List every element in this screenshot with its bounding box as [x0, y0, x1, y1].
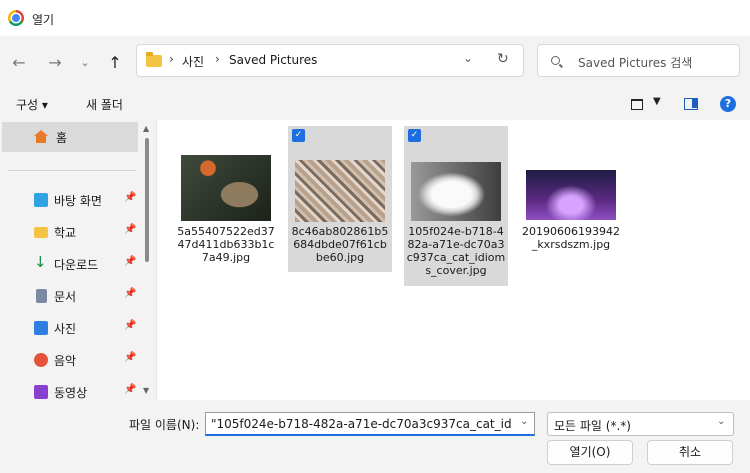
pin-icon: 📌 — [124, 288, 137, 299]
sidebar-item-home[interactable]: 홈 — [2, 122, 138, 152]
view-mode-icon[interactable] — [631, 99, 643, 110]
sidebar-item-pictures[interactable]: 사진 📌 — [0, 314, 140, 342]
breadcrumb-item[interactable]: 사진 — [182, 53, 204, 70]
pin-icon: 📌 — [124, 224, 137, 235]
sidebar-item-music[interactable]: 음악 📌 — [0, 346, 140, 374]
arrow-up-icon: ↑ — [108, 53, 122, 72]
chevron-down-icon[interactable]: ⌄ — [520, 416, 528, 427]
scroll-up-icon[interactable]: ▲ — [143, 124, 149, 133]
breadcrumb-item[interactable]: Saved Pictures — [229, 53, 317, 67]
download-icon: ↓ — [34, 253, 47, 271]
filename-label: 파일 이름(N): — [129, 418, 200, 432]
organize-button[interactable]: 구성 ▾ — [16, 96, 48, 113]
back-button[interactable]: ← — [8, 52, 30, 74]
address-bar[interactable]: › 사진 › Saved Pictures ⌄ ↻ — [136, 44, 524, 77]
sidebar-item-documents[interactable]: 문서 📌 — [0, 282, 140, 310]
desktop-icon — [34, 193, 48, 207]
file-name: 5a55407522ed3747d411db633b1c7a49.jpg — [177, 225, 275, 264]
file-name: 105f024e-b718-482a-a71e-dc70a3c937ca_cat… — [406, 225, 506, 277]
sidebar-item-downloads[interactable]: ↓ 다운로드 📌 — [0, 250, 140, 278]
search-input[interactable]: Saved Pictures 검색 — [537, 44, 740, 77]
file-thumbnail — [526, 170, 616, 220]
file-name: 8c46ab802861b5684dbde07f61cbbe60.jpg — [291, 225, 389, 264]
preview-pane-icon[interactable] — [684, 98, 698, 110]
arrow-right-icon: → — [48, 53, 62, 72]
filetype-value: 모든 파일 (*.*) — [554, 419, 631, 433]
new-folder-button[interactable]: 새 폴더 — [86, 96, 123, 113]
sidebar-item-label: 바탕 화면 — [54, 194, 102, 208]
arrow-left-icon: ← — [12, 53, 26, 72]
chrome-icon — [8, 10, 24, 26]
pin-icon: 📌 — [124, 256, 137, 267]
document-icon — [36, 289, 47, 303]
command-bar: 구성 ▾ 새 폴더 ▼ ? — [0, 90, 750, 120]
sidebar-item-label: 사진 — [54, 322, 77, 336]
filename-field[interactable]: "105f024e-b718-482a-a71e-dc70a3c937ca_ca… — [205, 412, 535, 436]
scroll-down-icon[interactable]: ▼ — [143, 386, 149, 395]
divider — [8, 170, 136, 171]
sidebar-item-label: 학교 — [54, 226, 77, 240]
dialog-footer: 파일 이름(N): "105f024e-b718-482a-a71e-dc70a… — [0, 400, 750, 473]
pin-icon: 📌 — [124, 192, 137, 203]
pin-icon: 📌 — [124, 352, 137, 363]
chevron-down-icon[interactable]: ⌄ — [463, 51, 473, 65]
sidebar-scrollbar[interactable]: ▲ ▼ — [142, 120, 154, 400]
pin-icon: 📌 — [124, 320, 137, 331]
file-thumbnail — [295, 160, 385, 222]
navigation-pane: 홈 바탕 화면 📌 학교 📌 ↓ 다운로드 📌 문서 📌 사진 📌 음악 📌 동… — [0, 120, 156, 400]
file-item[interactable]: 5a55407522ed3747d411db633b1c7a49.jpg — [174, 126, 278, 286]
search-placeholder: Saved Pictures 검색 — [578, 56, 693, 70]
file-item[interactable]: 20190606193942_kxrsdszm.jpg — [519, 126, 623, 272]
sidebar-item-label: 문서 — [54, 290, 77, 304]
search-icon — [551, 56, 560, 65]
checkbox-checked-icon[interactable]: ✓ — [408, 129, 421, 142]
music-icon — [34, 353, 48, 367]
window-title: 열기 — [32, 13, 55, 27]
sidebar-item-label: 홈 — [56, 131, 68, 145]
refresh-icon[interactable]: ↻ — [497, 51, 509, 67]
home-icon — [34, 130, 48, 144]
navigation-bar: ← → ⌄ ↑ › 사진 › Saved Pictures ⌄ ↻ Saved … — [0, 36, 750, 90]
title-bar: 열기 — [0, 0, 750, 36]
folder-icon — [146, 52, 162, 67]
file-item[interactable]: ✓ 105f024e-b718-482a-a71e-dc70a3c937ca_c… — [404, 126, 508, 286]
breadcrumb-separator: › — [215, 52, 220, 66]
pictures-icon — [34, 321, 48, 335]
checkbox-checked-icon[interactable]: ✓ — [292, 129, 305, 142]
help-icon[interactable]: ? — [720, 96, 736, 112]
forward-button[interactable]: → — [44, 52, 66, 74]
chevron-down-icon: ⌄ — [80, 56, 90, 69]
open-button[interactable]: 열기(O) — [547, 440, 633, 465]
file-thumbnail — [181, 155, 271, 221]
video-icon — [34, 385, 48, 399]
pin-icon: 📌 — [124, 384, 137, 395]
file-list: 5a55407522ed3747d411db633b1c7a49.jpg ✓ 8… — [156, 120, 750, 400]
recent-locations-button[interactable]: ⌄ — [74, 52, 96, 74]
filename-value: "105f024e-b718-482a-a71e-dc70a3c937ca_ca… — [211, 417, 511, 431]
cancel-button[interactable]: 취소 — [647, 440, 733, 465]
sidebar-item-label: 다운로드 — [54, 258, 99, 272]
filetype-select[interactable]: 모든 파일 (*.*) ⌄ — [547, 412, 734, 436]
file-item[interactable]: ✓ 8c46ab802861b5684dbde07f61cbbe60.jpg — [288, 126, 392, 272]
scrollbar-thumb[interactable] — [145, 138, 149, 262]
sidebar-item-desktop[interactable]: 바탕 화면 📌 — [0, 186, 140, 214]
breadcrumb-separator: › — [169, 52, 174, 66]
chevron-down-icon: ⌄ — [717, 416, 726, 427]
chevron-down-icon[interactable]: ▼ — [653, 96, 661, 107]
folder-icon — [34, 227, 48, 238]
sidebar-item-label: 동영상 — [54, 386, 88, 400]
up-button[interactable]: ↑ — [104, 52, 126, 74]
sidebar-item-label: 음악 — [54, 354, 77, 368]
file-name: 20190606193942_kxrsdszm.jpg — [522, 225, 620, 251]
sidebar-item-school[interactable]: 학교 📌 — [0, 218, 140, 246]
file-thumbnail — [411, 162, 501, 221]
